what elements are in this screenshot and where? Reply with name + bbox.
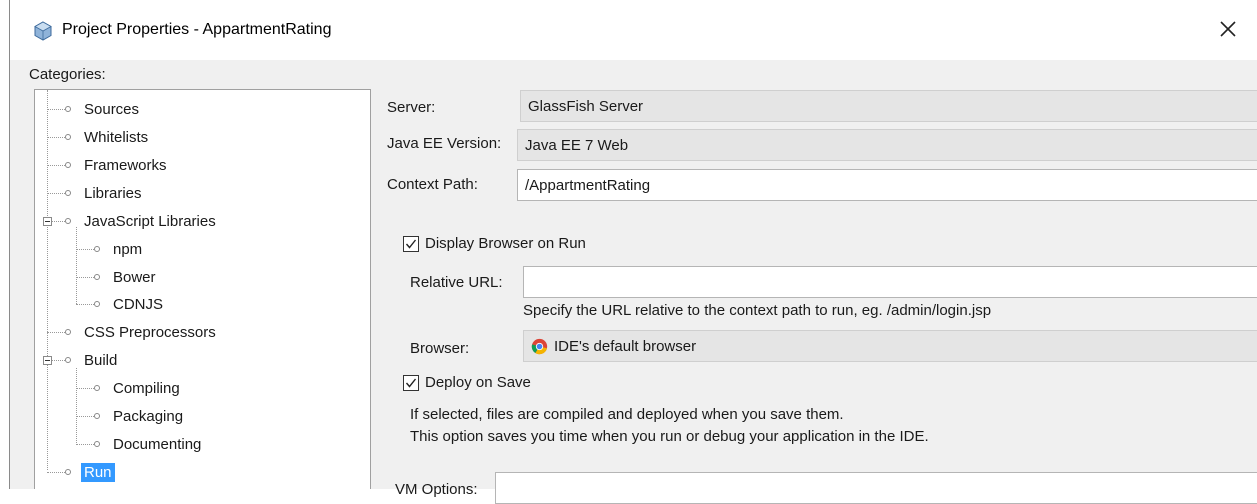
tree-connector xyxy=(47,332,65,333)
node-bullet-icon xyxy=(65,162,71,168)
node-bullet-icon xyxy=(94,246,100,252)
tree-item-npm[interactable]: npm xyxy=(94,236,145,262)
tree-item-label: Build xyxy=(84,351,118,369)
tree-connector xyxy=(52,360,65,361)
tree-item-frameworks[interactable]: Frameworks xyxy=(65,152,170,178)
context-path-label: Context Path: xyxy=(387,176,478,193)
tree-item-packaging[interactable]: Packaging xyxy=(94,403,186,429)
close-icon[interactable] xyxy=(1213,14,1243,44)
netbeans-cube-icon xyxy=(34,21,52,41)
tree-guide-line xyxy=(47,90,48,470)
categories-label: Categories: xyxy=(29,66,106,83)
tree-item-sources[interactable]: Sources xyxy=(65,96,142,122)
window-title: Project Properties - AppartmentRating xyxy=(62,21,332,38)
tree-connector xyxy=(52,221,65,222)
browser-value: IDE's default browser xyxy=(554,337,697,355)
tree-item-label: JavaScript Libraries xyxy=(84,212,216,230)
tree-connector xyxy=(76,249,94,250)
tree-item-label: Sources xyxy=(84,100,140,118)
tree-connector xyxy=(76,388,94,389)
node-bullet-icon xyxy=(65,134,71,140)
tree-item-documenting[interactable]: Documenting xyxy=(94,431,204,457)
relative-url-input[interactable] xyxy=(523,266,1257,298)
relative-url-hint: Specify the URL relative to the context … xyxy=(523,302,992,319)
node-bullet-icon xyxy=(65,218,71,224)
browser-label: Browser: xyxy=(410,340,470,357)
javaee-version-field[interactable]: Java EE 7 Web xyxy=(517,129,1257,161)
node-bullet-icon xyxy=(94,385,100,391)
tree-item-compiling[interactable]: Compiling xyxy=(94,375,183,401)
browser-select[interactable]: IDE's default browser xyxy=(523,330,1257,362)
tree-item-cdnjs[interactable]: CDNJS xyxy=(94,291,166,317)
tree-item-label: Run xyxy=(81,462,115,482)
tree-item-label: CSS Preprocessors xyxy=(84,323,216,341)
node-bullet-icon xyxy=(65,469,71,475)
display-browser-label[interactable]: Display Browser on Run xyxy=(425,235,586,252)
node-bullet-icon xyxy=(65,190,71,196)
tree-item-label: Compiling xyxy=(113,379,180,397)
tree-item-javascript-libraries[interactable]: JavaScript Libraries xyxy=(65,208,219,234)
node-bullet-icon xyxy=(94,413,100,419)
collapse-toggle-icon[interactable] xyxy=(43,217,52,226)
node-bullet-icon xyxy=(65,357,71,363)
tree-connector xyxy=(76,444,94,445)
display-browser-checkbox[interactable] xyxy=(403,236,419,252)
run-settings-panel: Server: GlassFish Server Java EE Version… xyxy=(387,89,1257,504)
tree-item-label: npm xyxy=(113,240,143,258)
tree-item-bower[interactable]: Bower xyxy=(94,264,159,290)
tree-connector xyxy=(47,137,65,138)
tree-connector xyxy=(76,304,94,305)
vm-options-input[interactable] xyxy=(495,472,1257,504)
server-label: Server: xyxy=(387,99,436,116)
deploy-hint-line-2: This option saves you time when you run … xyxy=(410,428,929,445)
checkmark-icon xyxy=(405,378,417,388)
deploy-hint-line-1: If selected, files are compiled and depl… xyxy=(410,406,844,423)
tree-item-css-preprocessors[interactable]: CSS Preprocessors xyxy=(65,319,219,345)
collapse-toggle-icon[interactable] xyxy=(43,356,52,365)
tree-connector xyxy=(76,277,94,278)
vm-options-label: VM Options: xyxy=(395,481,478,498)
project-properties-dialog: Project Properties - AppartmentRating Ca… xyxy=(9,0,1257,504)
categories-tree[interactable]: Sources Whitelists Frameworks Libraries … xyxy=(34,89,371,489)
tree-connector xyxy=(47,109,65,110)
chrome-icon xyxy=(531,338,548,354)
context-path-input[interactable]: /AppartmentRating xyxy=(517,169,1257,201)
node-bullet-icon xyxy=(65,329,71,335)
tree-connector xyxy=(47,472,65,473)
checkmark-icon xyxy=(405,239,417,249)
node-bullet-icon xyxy=(65,106,71,112)
tree-item-build[interactable]: Build xyxy=(65,347,120,373)
tree-connector xyxy=(47,193,65,194)
tree-item-whitelists[interactable]: Whitelists xyxy=(65,124,151,150)
tree-guide-line xyxy=(76,227,77,304)
tree-connector xyxy=(47,165,65,166)
relative-url-label: Relative URL: xyxy=(410,274,503,291)
javaee-version-label: Java EE Version: xyxy=(387,135,502,152)
node-bullet-icon xyxy=(94,274,100,280)
deploy-on-save-label[interactable]: Deploy on Save xyxy=(425,374,531,391)
tree-item-label: Packaging xyxy=(113,407,184,425)
tree-item-label: CDNJS xyxy=(113,295,164,313)
tree-item-label: Libraries xyxy=(84,184,142,202)
node-bullet-icon xyxy=(94,301,100,307)
node-bullet-icon xyxy=(94,441,100,447)
tree-item-run[interactable]: Run xyxy=(65,459,115,485)
tree-item-libraries[interactable]: Libraries xyxy=(65,180,145,206)
server-field[interactable]: GlassFish Server xyxy=(520,90,1257,122)
tree-item-label: Whitelists xyxy=(84,128,149,146)
tree-item-label: Frameworks xyxy=(84,156,167,174)
deploy-on-save-checkbox[interactable] xyxy=(403,375,419,391)
tree-item-label: Documenting xyxy=(113,435,202,453)
tree-connector xyxy=(76,416,94,417)
tree-guide-line xyxy=(76,368,77,445)
title-bar: Project Properties - AppartmentRating xyxy=(10,0,1257,60)
tree-item-label: Bower xyxy=(113,268,156,286)
